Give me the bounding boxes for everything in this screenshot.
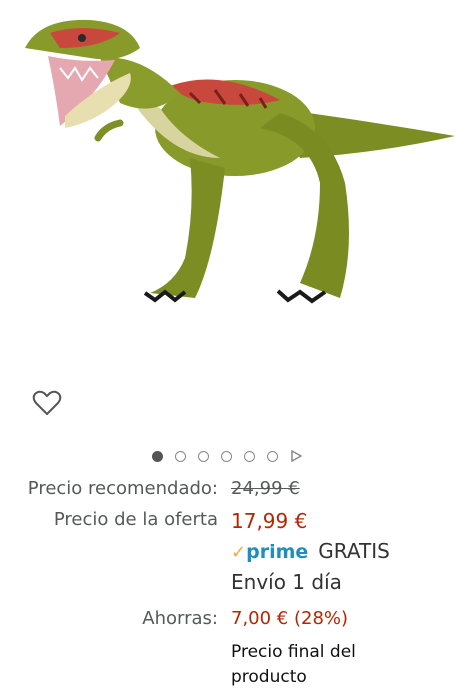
savings-label: Ahorras: [142,608,218,629]
free-shipping-text: GRATIS [318,539,390,563]
gallery-dot-2[interactable] [175,450,186,462]
offer-price-value: 17,99 € [231,509,308,533]
final-price-note: Precio final del producto [231,642,356,687]
gallery-dot-5[interactable] [244,450,255,462]
prime-check-icon: ✓ [231,542,247,563]
delivery-time: Envío 1 día [231,570,342,594]
recommended-price-value: 24,99 € [231,478,300,499]
product-image[interactable] [20,8,460,308]
gallery-dot-6[interactable] [267,450,278,462]
savings-value: 7,00 € (28%) [231,608,349,629]
gallery-dot-4[interactable] [221,450,232,462]
play-triangle-icon[interactable] [290,450,302,462]
prime-shipping: ✓ prime GRATIS [231,539,390,563]
gallery-dot-1[interactable] [152,450,163,462]
prime-logo: prime [246,541,309,563]
recommended-price-label: Precio recomendado: [27,478,218,499]
gallery-dot-3[interactable] [198,450,209,462]
offer-price-label: Precio de la oferta [53,509,218,530]
gallery-pagination [152,450,302,462]
dino-front-leg [150,158,225,298]
wishlist-button[interactable] [30,386,64,420]
heart-outline-icon [32,390,62,415]
